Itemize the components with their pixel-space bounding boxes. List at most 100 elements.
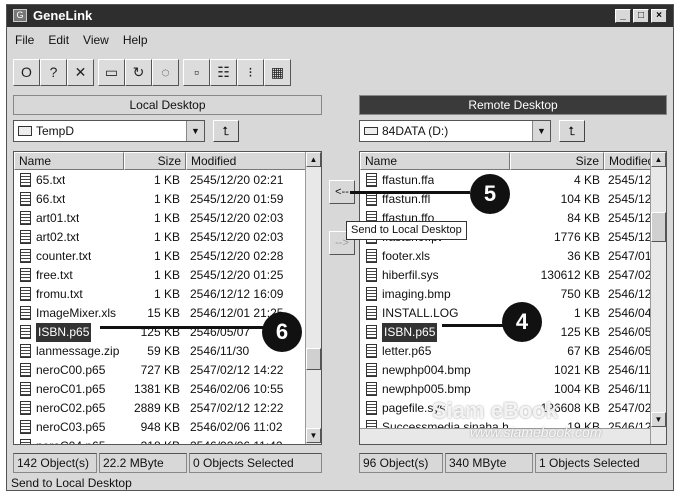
file-modified: 2546/11 xyxy=(608,382,651,396)
file-modified: 2547/02 xyxy=(608,268,652,282)
callout-5-leader xyxy=(350,191,470,194)
file-icon xyxy=(366,192,377,206)
file-name: hiberfil.sys xyxy=(382,268,439,282)
file-size: 4 KB xyxy=(573,173,600,187)
callout-4-leader xyxy=(442,324,506,327)
scroll-up-icon[interactable]: ▲ xyxy=(651,152,666,167)
column-size[interactable]: Size xyxy=(510,152,604,170)
scroll-up-icon[interactable]: ▲ xyxy=(306,152,321,167)
column-modified[interactable]: Modified xyxy=(186,152,306,170)
file-row[interactable]: neroC00.p65 727 KB 2547/02/12 14:22 xyxy=(14,361,306,380)
status-bar: Send to Local Desktop xyxy=(11,476,132,490)
menu-view[interactable]: View xyxy=(77,31,115,49)
column-name[interactable]: Name xyxy=(14,152,124,170)
large-buttons-view-icon[interactable]: ▫ xyxy=(183,59,210,86)
file-size: 1 KB xyxy=(153,230,180,244)
menu-help[interactable]: Help xyxy=(117,31,154,49)
file-row[interactable]: neroC03.p65 948 KB 2546/02/06 11:02 xyxy=(14,418,306,437)
file-row[interactable]: art02.txt 1 KB 2545/12/20 02:03 xyxy=(14,228,306,247)
menu-edit[interactable]: Edit xyxy=(42,31,75,49)
file-icon xyxy=(20,382,31,396)
connect-button[interactable]: O xyxy=(13,59,40,86)
file-modified: 2547/02/12 12:22 xyxy=(190,401,284,415)
file-size: 1 KB xyxy=(153,287,180,301)
local-vertical-scrollbar[interactable]: ▲ ▼ xyxy=(305,152,321,444)
column-name[interactable]: Name xyxy=(360,152,510,170)
callout-5: 5 xyxy=(470,174,510,214)
file-size: 1 KB xyxy=(153,268,180,282)
small-buttons-view-icon[interactable]: ☷ xyxy=(210,59,237,86)
file-row[interactable]: free.txt 1 KB 2545/12/20 01:25 xyxy=(14,266,306,285)
file-row[interactable]: newphp004.bmp 1021 KB 2546/11 xyxy=(360,361,652,380)
minimize-button[interactable]: _ xyxy=(615,9,631,23)
window-title: GeneLink xyxy=(33,8,93,23)
title-bar[interactable]: G GeneLink _ □ × xyxy=(7,5,673,27)
file-icon xyxy=(20,344,31,358)
file-modified: 2545/12/20 02:03 xyxy=(190,211,284,225)
file-modified: 2545/12/20 01:25 xyxy=(190,268,284,282)
list-view-button[interactable]: ⁝ xyxy=(237,59,264,86)
delete-icon: ✕ xyxy=(74,64,87,80)
local-file-list[interactable]: Name Size Modified 65.txt 1 KB 2545/12/20 … xyxy=(13,151,322,445)
scroll-down-icon[interactable]: ▼ xyxy=(306,428,321,443)
scroll-thumb[interactable] xyxy=(306,348,321,370)
file-icon xyxy=(366,306,377,320)
column-size[interactable]: Size xyxy=(124,152,186,170)
file-icon xyxy=(20,325,31,339)
file-name: neroC01.p65 xyxy=(36,382,106,396)
file-size: 67 KB xyxy=(567,344,600,358)
scroll-down-icon[interactable]: ▼ xyxy=(651,412,666,427)
file-row[interactable]: 66.txt 1 KB 2545/12/20 01:59 xyxy=(14,190,306,209)
file-icon xyxy=(20,439,31,444)
local-path-dropdown[interactable]: TempD ▼ xyxy=(13,120,205,142)
file-row[interactable]: neroC02.p65 2889 KB 2547/02/12 12:22 xyxy=(14,399,306,418)
folder-icon xyxy=(18,126,32,136)
file-row[interactable]: letter.p65 67 KB 2546/05 xyxy=(360,342,652,361)
scroll-thumb[interactable] xyxy=(651,212,666,242)
file-size: 1 KB xyxy=(153,173,180,187)
file-name: newphp004.bmp xyxy=(382,363,471,377)
chevron-down-icon[interactable]: ▼ xyxy=(532,121,550,141)
new-folder-icon: ▭ xyxy=(104,64,119,80)
file-row[interactable]: fromu.txt 1 KB 2546/12/12 16:09 xyxy=(14,285,306,304)
maximize-button[interactable]: □ xyxy=(633,9,649,23)
file-row[interactable]: newphp005.bmp 1004 KB 2546/11 xyxy=(360,380,652,399)
remote-up-folder-button[interactable]: ⮤ xyxy=(559,120,585,142)
file-row[interactable]: 65.txt 1 KB 2545/12/20 02:21 xyxy=(14,171,306,190)
file-row[interactable]: ImageMixer.xls 15 KB 2546/12/01 21:25 xyxy=(14,304,306,323)
file-size: 1004 KB xyxy=(553,382,600,396)
file-icon xyxy=(20,192,31,206)
details-view-button[interactable]: ▦ xyxy=(264,59,291,86)
remote-path-value: 84DATA (D:) xyxy=(382,124,449,138)
remote-path-dropdown[interactable]: 84DATA (D:) ▼ xyxy=(359,120,551,142)
file-size: 1 KB xyxy=(153,211,180,225)
file-name: imaging.bmp xyxy=(382,287,451,301)
file-size: 1 KB xyxy=(153,249,180,263)
file-row[interactable]: counter.txt 1 KB 2545/12/20 02:28 xyxy=(14,247,306,266)
new-folder-button[interactable]: ▭ xyxy=(98,59,125,86)
properties-button[interactable]: ? xyxy=(40,59,67,86)
remote-vertical-scrollbar[interactable]: ▲ ▼ xyxy=(650,152,666,444)
close-button[interactable]: × xyxy=(651,9,667,23)
stop-button[interactable]: ◌ xyxy=(152,59,179,86)
local-up-folder-button[interactable]: ⮤ xyxy=(213,120,239,142)
file-icon xyxy=(20,211,31,225)
callout-4: 4 xyxy=(502,302,542,342)
file-row[interactable]: imaging.bmp 750 KB 2546/12 xyxy=(360,285,652,304)
refresh-button[interactable]: ↻ xyxy=(125,59,152,86)
menu-file[interactable]: File xyxy=(9,31,40,49)
file-size: 318 KB xyxy=(124,437,180,444)
column-modified[interactable]: Modified xyxy=(604,152,652,170)
file-row[interactable]: neroC04.p65 318 KB 2546/02/06 11:42 xyxy=(14,437,306,444)
file-icon xyxy=(20,230,31,244)
file-row[interactable]: art01.txt 1 KB 2545/12/20 02:03 xyxy=(14,209,306,228)
local-desktop-header: Local Desktop xyxy=(13,95,322,115)
file-row[interactable]: hiberfil.sys 130612 KB 2547/02 xyxy=(360,266,652,285)
chevron-down-icon[interactable]: ▼ xyxy=(186,121,204,141)
delete-button[interactable]: ✕ xyxy=(67,59,94,86)
file-size: 130612 KB xyxy=(540,268,600,282)
file-row[interactable]: neroC01.p65 1381 KB 2546/02/06 10:55 xyxy=(14,380,306,399)
large-icons-view-icon: ▫ xyxy=(194,64,199,80)
file-row[interactable]: footer.xls 36 KB 2547/01 xyxy=(360,247,652,266)
file-row[interactable]: lanmessage.zip 59 KB 2546/11/30 xyxy=(14,342,306,361)
